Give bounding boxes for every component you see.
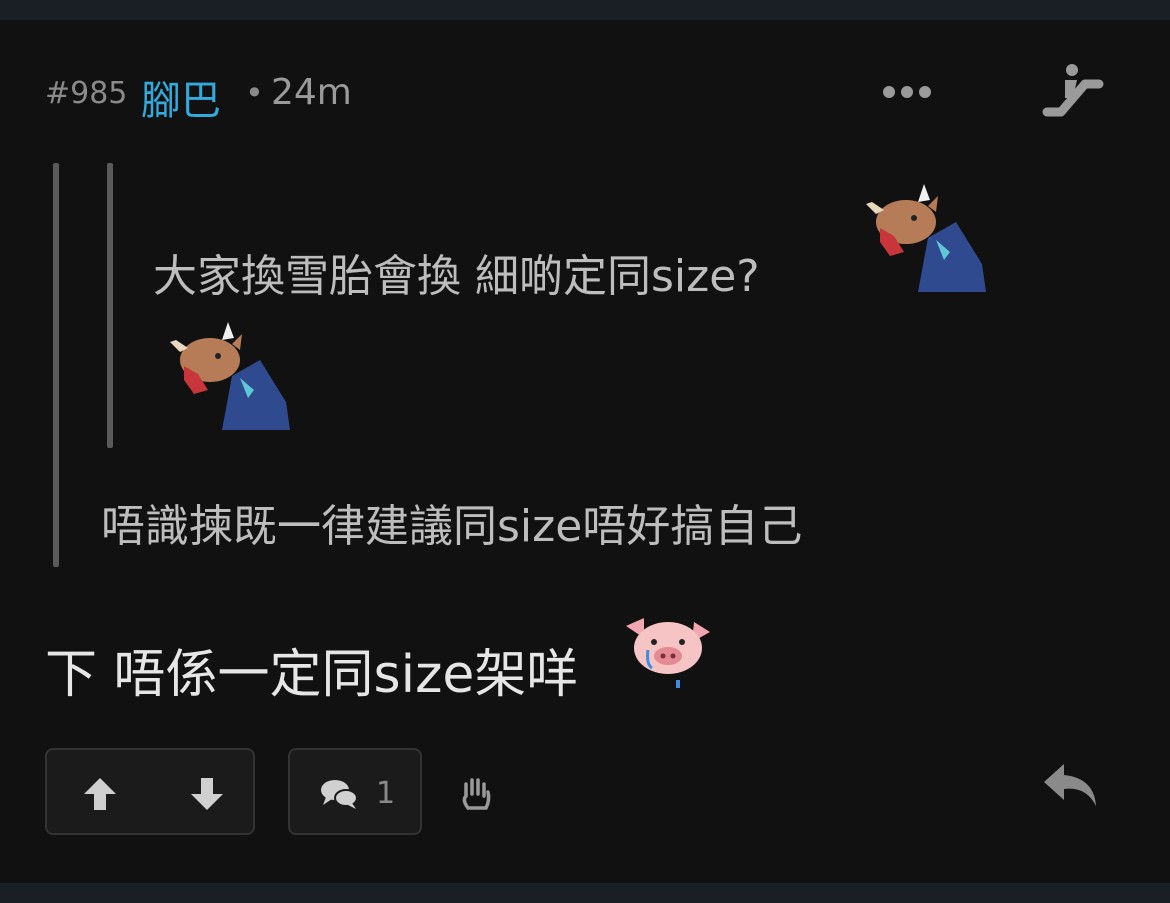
pig-emoji	[626, 618, 710, 688]
arrow-down-icon[interactable]	[187, 774, 227, 814]
timestamp: 24m	[271, 72, 352, 113]
bull-emoji	[170, 322, 290, 430]
separator-dot: •	[245, 74, 264, 112]
escalator-icon[interactable]	[1039, 60, 1105, 120]
comment-count: 1	[376, 776, 396, 811]
bull-emoji	[866, 184, 986, 292]
reply-text: 下 唔係一定同size架咩	[45, 645, 579, 705]
comments-button[interactable]: 1	[288, 748, 422, 835]
hand-icon[interactable]	[456, 774, 496, 814]
more-dots-icon[interactable]	[883, 74, 943, 110]
chat-bubbles-icon	[321, 780, 358, 809]
username[interactable]: 腳巴	[141, 68, 221, 126]
vote-box	[45, 748, 255, 835]
post-number[interactable]: #985	[45, 76, 127, 111]
inner-quote-bar	[107, 163, 113, 448]
bottom-strip	[0, 883, 1170, 903]
arrow-up-icon[interactable]	[80, 774, 120, 814]
reply-arrow-icon[interactable]	[1040, 760, 1102, 810]
outer-quote-bar	[53, 163, 59, 567]
top-strip	[0, 0, 1170, 20]
inner-quote-text: 大家換雪胎會換 細啲定同size?	[153, 251, 760, 302]
post-header: #985 腳巴 • 24m	[45, 64, 1125, 124]
outer-quote-text: 唔識揀既一律建議同size唔好搞自己	[101, 501, 803, 552]
